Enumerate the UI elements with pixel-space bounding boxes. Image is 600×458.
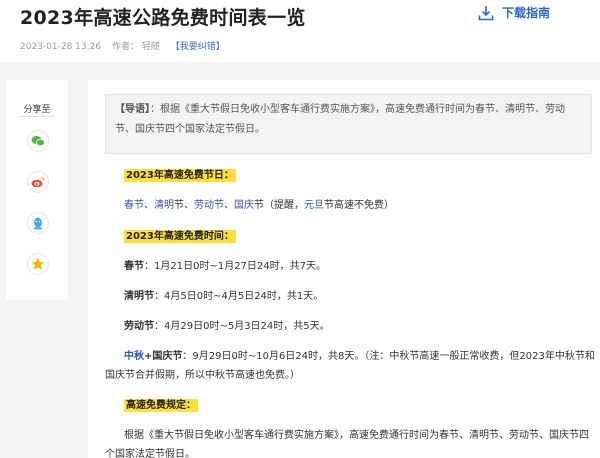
holiday-link-zhongqiu[interactable]: 中秋 bbox=[124, 351, 144, 362]
publish-date: 2023-01-28 13:26 bbox=[20, 42, 102, 52]
share-weibo-button[interactable] bbox=[27, 171, 49, 193]
author-label: 作者： bbox=[111, 42, 139, 52]
rule-text-line-1: 根据《重大节假日免收小型客车通行费实施方案》，高速免费通行时间为春节、清明节、劳… bbox=[124, 430, 589, 441]
time-row-midautumn-cont: 国庆节合并假期，所以中秋节高速也免费。） bbox=[105, 370, 300, 381]
page-title: 2023年高速公路免费时间表一览 bbox=[20, 7, 306, 29]
article-content: 【导语】：根据《重大节假日免收小型客车通行费实施方案》，高速免费通行时间为春节、… bbox=[88, 80, 600, 458]
share-wechat-button[interactable] bbox=[27, 130, 49, 152]
section-heading-times: 2023年高速免费时间： bbox=[124, 230, 236, 243]
download-icon bbox=[478, 5, 494, 20]
time-row-chunjie: 春节：1月21日0时~1月27日24时，共7天。 bbox=[124, 261, 327, 272]
intro-line-1: 【导语】：根据《重大节假日免收小型客车通行费实施方案》，高速免费通行时间为春节、… bbox=[115, 100, 583, 120]
report-error-link[interactable]: 【我要纠错】 bbox=[171, 42, 225, 52]
share-label: 分享至 bbox=[23, 105, 51, 115]
share-qq-button[interactable] bbox=[27, 212, 49, 234]
time-row-midautumn: 中秋+国庆节：9月29日0时~10月6日24时，共8天。（注：中秋节高速一般正常… bbox=[124, 351, 595, 362]
share-divider bbox=[20, 116, 54, 117]
author-name: 轻随 bbox=[141, 42, 160, 52]
intro-tag: 【导语】 bbox=[115, 104, 150, 115]
holiday-link-chunjie[interactable]: 春节 bbox=[124, 200, 144, 211]
qzone-icon bbox=[31, 257, 45, 270]
section-heading-rules: 高速免费规定： bbox=[124, 399, 198, 412]
section-heading-holidays: 2023年高速免费节日： bbox=[124, 169, 236, 182]
time-row-laodong: 劳动节：4月29日0时~5月3日24时，共5天。 bbox=[124, 321, 330, 332]
download-guide-button[interactable]: 下载指南 bbox=[478, 4, 550, 21]
holiday-link-laodong[interactable]: 劳动节 bbox=[194, 200, 224, 211]
holiday-link-guoqing[interactable]: 国庆 bbox=[234, 200, 254, 211]
intro-line-2: 节、国庆节四个国家法定节假日。 bbox=[115, 124, 265, 135]
holiday-link-qingming[interactable]: 清明 bbox=[154, 200, 174, 211]
wechat-icon bbox=[31, 136, 45, 147]
intro-text-1: ：根据《重大节假日免收小型客车通行费实施方案》，高速免费通行时间为春节、清明节、… bbox=[150, 104, 565, 115]
holiday-list: 春节、清明节、劳动节、国庆节（提醒，元旦节高速不免费） bbox=[124, 200, 394, 211]
holiday-link-yuandan[interactable]: 元旦 bbox=[304, 200, 324, 211]
article-meta: 2023-01-28 13:26 作者： 轻随 【我要纠错】 bbox=[20, 39, 225, 52]
article-header: 2023年高速公路免费时间表一览 2023-01-28 13:26 作者： 轻随… bbox=[0, 0, 600, 62]
share-qzone-button[interactable] bbox=[27, 253, 49, 275]
weibo-icon bbox=[31, 176, 45, 188]
download-guide-label: 下载指南 bbox=[502, 6, 551, 20]
qq-icon bbox=[33, 217, 43, 229]
intro-box: 【导语】：根据《重大节假日免收小型客车通行费实施方案》，高速免费通行时间为春节、… bbox=[105, 94, 592, 154]
time-row-qingming: 清明节：4月5日0时~4月5日24时，共1天。 bbox=[124, 291, 324, 302]
share-panel: 分享至 bbox=[6, 80, 68, 300]
rule-text-line-2: 个国家法定节假日。 bbox=[105, 449, 195, 458]
